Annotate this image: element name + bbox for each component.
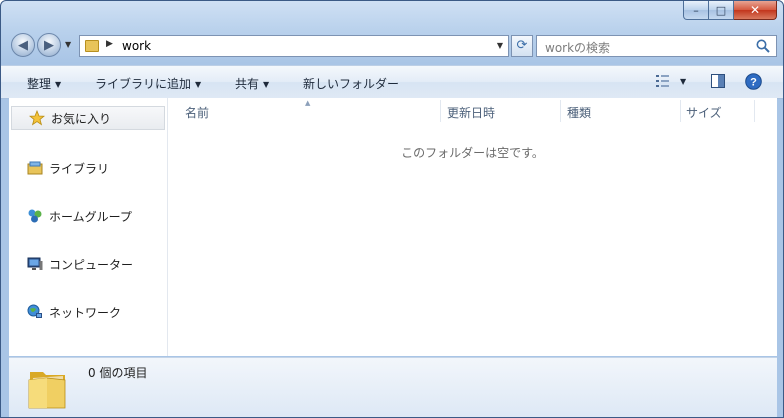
nav-item-network[interactable]: ネットワーク	[27, 302, 121, 322]
search-placeholder: workの検索	[545, 41, 611, 55]
empty-folder-message: このフォルダーは空です。	[401, 146, 544, 160]
caption-buttons: – □ ✕	[683, 1, 777, 20]
homegroup-icon	[28, 209, 42, 223]
computer-icon	[27, 257, 43, 270]
nav-item-favorites[interactable]: お気に入り	[11, 106, 165, 130]
add-to-library-label: ライブラリに追加	[95, 77, 192, 91]
chevron-down-icon: ▼	[263, 80, 270, 89]
search-icon[interactable]	[755, 38, 771, 54]
folder-icon	[28, 372, 66, 409]
nav-favorites-label: お気に入り	[51, 111, 112, 126]
chevron-down-icon: ▼	[195, 80, 202, 89]
explorer-window: – □ ✕ ◀ ▶ ▼ ▶ work ▼ ⟳ workの検索 整理 ▼ ライブラリ…	[0, 0, 784, 418]
help-icon[interactable]: ?	[745, 73, 762, 90]
new-folder-button[interactable]: 新しいフォルダー	[303, 75, 399, 92]
column-size[interactable]: サイズ	[686, 104, 722, 121]
nav-item-label: ネットワーク	[49, 305, 122, 320]
library-icon	[27, 161, 43, 175]
folder-icon	[85, 40, 99, 52]
column-type[interactable]: 種類	[567, 104, 591, 121]
minimize-button[interactable]: –	[683, 1, 709, 20]
address-bar[interactable]: ▶ work ▼	[79, 35, 509, 57]
preview-pane-icon[interactable]	[710, 73, 726, 89]
navigation-pane: お気に入り ライブラリ ホームグループ コンピューター ネットワーク	[9, 98, 168, 356]
network-icon	[27, 304, 42, 318]
address-dropdown-icon[interactable]: ▼	[497, 41, 503, 50]
details-pane: 0 個の項目	[9, 357, 777, 417]
column-header-row: ▲ 名前 更新日時 種類 サイズ	[168, 98, 777, 124]
star-icon	[29, 110, 45, 126]
share-button[interactable]: 共有 ▼	[235, 75, 269, 92]
sort-indicator-icon: ▲	[305, 99, 311, 107]
chevron-down-icon: ▼	[55, 80, 62, 89]
nav-item-computer[interactable]: コンピューター	[27, 254, 133, 274]
nav-item-label: ホームグループ	[49, 209, 132, 224]
navigation-bar: ◀ ▶ ▼ ▶ work ▼ ⟳ workの検索	[9, 31, 777, 61]
column-divider[interactable]	[440, 100, 441, 122]
nav-item-homegroup[interactable]: ホームグループ	[27, 206, 132, 226]
column-name[interactable]: 名前	[185, 104, 209, 121]
column-divider[interactable]	[560, 100, 561, 122]
nav-item-label: コンピューター	[49, 257, 134, 272]
maximize-button[interactable]: □	[709, 1, 734, 20]
breadcrumb-separator-icon[interactable]: ▶	[106, 39, 113, 49]
organize-label: 整理	[27, 77, 52, 91]
item-count: 0 個の項目	[88, 366, 148, 380]
back-button[interactable]: ◀	[11, 33, 35, 57]
svg-text:?: ?	[750, 77, 757, 89]
nav-item-library[interactable]: ライブラリ	[27, 158, 109, 178]
command-bar: 整理 ▼ ライブラリに追加 ▼ 共有 ▼ 新しいフォルダー ▼ ?	[1, 65, 783, 99]
refresh-button[interactable]: ⟳	[511, 35, 533, 57]
view-icon[interactable]	[655, 73, 671, 89]
forward-button[interactable]: ▶	[37, 33, 61, 57]
recent-pages-dropdown[interactable]: ▼	[65, 40, 71, 49]
close-button[interactable]: ✕	[734, 1, 777, 20]
column-divider[interactable]	[754, 100, 755, 122]
share-label: 共有	[235, 77, 260, 91]
column-divider[interactable]	[680, 100, 681, 122]
column-modified[interactable]: 更新日時	[447, 104, 495, 121]
nav-favorites-row: お気に入り	[29, 108, 111, 128]
view-dropdown-icon[interactable]: ▼	[680, 77, 686, 86]
add-to-library-button[interactable]: ライブラリに追加 ▼	[95, 75, 201, 92]
organize-button[interactable]: 整理 ▼	[27, 75, 61, 92]
nav-item-label: ライブラリ	[49, 161, 110, 176]
search-input[interactable]: workの検索	[536, 35, 777, 57]
file-list[interactable]: ▲ 名前 更新日時 種類 サイズ このフォルダーは空です。	[168, 98, 777, 356]
breadcrumb-work[interactable]: work	[122, 39, 151, 53]
